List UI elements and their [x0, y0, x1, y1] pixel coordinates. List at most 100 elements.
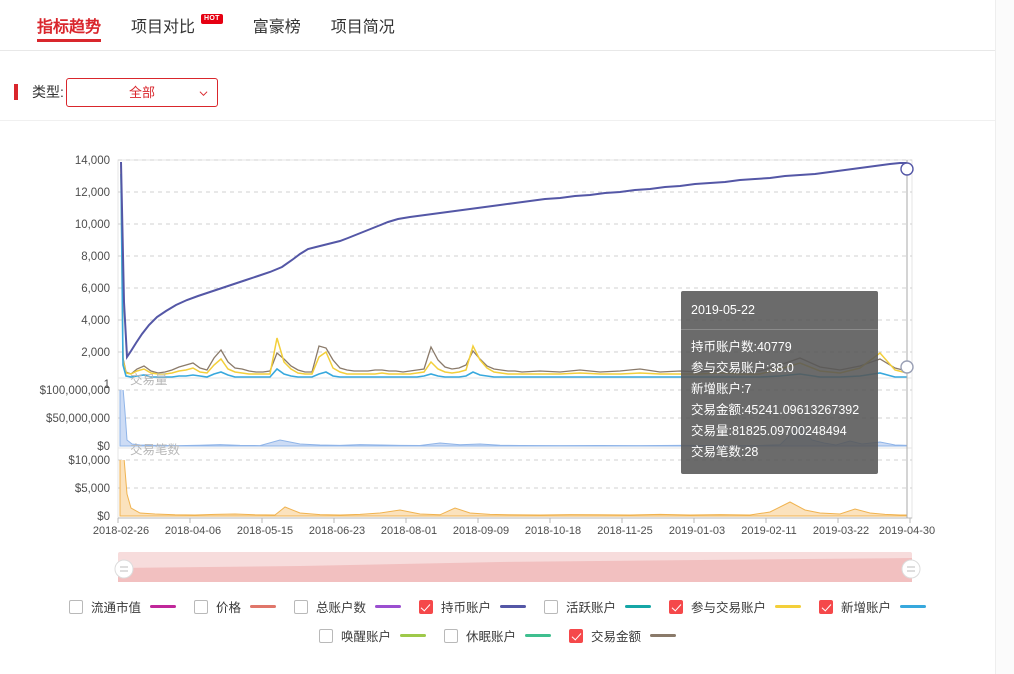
legend-item-awakened-accounts[interactable]: 唤醒账户 — [319, 626, 426, 645]
legend-item-trading-accounts[interactable]: 参与交易账户 — [669, 597, 801, 616]
marker-point-holding-accounts — [901, 163, 913, 175]
data-zoom-handle-right[interactable] — [902, 560, 920, 578]
marker-point-trading-accounts — [901, 361, 913, 373]
x-tick: 2019-04-30 — [879, 525, 935, 537]
y-tick: 4,000 — [81, 315, 110, 327]
legend-label: 休眠账户 — [466, 626, 516, 645]
y-tick: $0 — [97, 511, 110, 523]
tab-project-overview[interactable]: 项目简况 — [316, 0, 410, 50]
legend-checkbox[interactable] — [419, 600, 433, 614]
tooltip-row-transaction-volume: 交易量:81825.09700248494 — [681, 421, 878, 442]
data-zoom-slider[interactable] — [115, 552, 920, 582]
chevron-down-icon — [199, 89, 208, 98]
legend-row-2: 唤醒账户 休眠账户 交易金额 — [0, 621, 995, 650]
x-axis-ticks — [118, 518, 910, 523]
tab-label: 指标趋势 — [37, 13, 101, 37]
section-marker — [14, 84, 18, 100]
legend-checkbox[interactable] — [569, 629, 583, 643]
legend-item-active-accounts[interactable]: 活跃账户 — [544, 597, 651, 616]
legend-label: 新增账户 — [841, 597, 891, 616]
y-tick: 8,000 — [81, 251, 110, 263]
legend-checkbox[interactable] — [319, 629, 333, 643]
page-right-edge — [995, 0, 1014, 674]
legend-color-swatch — [775, 605, 801, 608]
y-tick: $10,000 — [68, 455, 110, 467]
legend-color-swatch — [400, 634, 426, 637]
volume-y-axis-labels: $100,000,000 $50,000,000 $0 — [40, 385, 110, 453]
x-tick: 2018-08-01 — [381, 525, 437, 537]
x-tick: 2019-01-03 — [669, 525, 725, 537]
legend-checkbox[interactable] — [819, 600, 833, 614]
x-tick: 2019-02-11 — [741, 525, 796, 537]
y-tick: 10,000 — [75, 219, 110, 231]
volume-panel-label: 交易量 — [130, 372, 168, 387]
y-tick: $100,000,000 — [40, 385, 110, 397]
legend-label: 价格 — [216, 597, 241, 616]
y-tick: 6,000 — [81, 283, 110, 295]
x-tick: 2018-09-09 — [453, 525, 509, 537]
page-root: 指标趋势 项目对比 HOT 富豪榜 项目简况 类型: 全部 单位(个) — [0, 0, 1014, 674]
legend-checkbox[interactable] — [444, 629, 458, 643]
legend-checkbox[interactable] — [69, 600, 83, 614]
filter-type-label: 类型: — [32, 84, 64, 100]
legend-item-transaction-amount[interactable]: 交易金额 — [569, 626, 676, 645]
legend-label: 总账户数 — [316, 597, 366, 616]
legend-row-1: 流通市值 价格 总账户数 持币账户 活跃账户 — [0, 592, 995, 621]
legend-label: 持币账户 — [441, 597, 491, 616]
tooltip-row-transaction-count: 交易笔数:28 — [681, 442, 878, 463]
tab-indicator-trend[interactable]: 指标趋势 — [22, 0, 116, 50]
legend-label: 流通市值 — [91, 597, 141, 616]
legend-color-swatch — [500, 605, 526, 608]
tab-label: 富豪榜 — [253, 13, 301, 37]
legend-label: 唤醒账户 — [341, 626, 391, 645]
legend-color-swatch — [650, 634, 676, 637]
tooltip-row-new-accounts: 新增账户:7 — [681, 379, 878, 400]
legend-checkbox[interactable] — [194, 600, 208, 614]
legend-color-swatch — [625, 605, 651, 608]
legend-item-total-accounts[interactable]: 总账户数 — [294, 597, 401, 616]
tab-project-compare[interactable]: 项目对比 HOT — [116, 0, 238, 50]
x-axis-labels: 2018-02-26 2018-04-06 2018-05-15 2018-06… — [93, 525, 935, 537]
y-tick: $50,000,000 — [46, 413, 110, 425]
hot-badge: HOT — [201, 14, 223, 24]
x-tick: 2018-04-06 — [165, 525, 221, 537]
tooltip-row-holding-accounts: 持币账户数:40779 — [681, 337, 878, 358]
type-select-value: 全部 — [67, 79, 217, 106]
legend-color-swatch — [900, 605, 926, 608]
y-tick: 14,000 — [75, 155, 110, 167]
legend-label: 参与交易账户 — [691, 597, 766, 616]
tab-rich-list[interactable]: 富豪榜 — [238, 0, 316, 50]
x-tick: 2018-06-23 — [309, 525, 365, 537]
legend-checkbox[interactable] — [294, 600, 308, 614]
count-y-axis-labels: $10,000 $5,000 $0 — [68, 455, 110, 523]
tab-bar: 指标趋势 项目对比 HOT 富豪榜 项目简况 — [0, 0, 995, 51]
legend-color-swatch — [375, 605, 401, 608]
legend-color-swatch — [525, 634, 551, 637]
chart-tooltip: 2019-05-22 持币账户数:40779 参与交易账户:38.0 新增账户:… — [681, 291, 878, 474]
x-tick: 2019-03-22 — [813, 525, 869, 537]
data-zoom-handle-left[interactable] — [115, 560, 133, 578]
tab-list: 指标趋势 项目对比 HOT 富豪榜 项目简况 — [22, 0, 410, 51]
legend-color-swatch — [150, 605, 176, 608]
legend-checkbox[interactable] — [669, 600, 683, 614]
legend-checkbox[interactable] — [544, 600, 558, 614]
legend-item-new-accounts[interactable]: 新增账户 — [819, 597, 926, 616]
tooltip-row-trading-accounts: 参与交易账户:38.0 — [681, 358, 878, 379]
legend-label: 交易金额 — [591, 626, 641, 645]
main-y-axis-labels: 14,000 12,000 10,000 8,000 6,000 4,000 2… — [75, 155, 110, 391]
legend-color-swatch — [250, 605, 276, 608]
legend-item-circulating-market-cap[interactable]: 流通市值 — [69, 597, 176, 616]
tooltip-date: 2019-05-22 — [681, 300, 878, 330]
x-tick: 2018-11-25 — [597, 525, 652, 537]
y-tick: 2,000 — [81, 347, 110, 359]
legend-item-price[interactable]: 价格 — [194, 597, 276, 616]
x-tick: 2018-05-15 — [237, 525, 293, 537]
legend-item-holding-accounts[interactable]: 持币账户 — [419, 597, 526, 616]
type-select[interactable]: 全部 — [66, 78, 218, 107]
tooltip-row-transaction-amount: 交易金额:45241.09613267392 — [681, 400, 878, 421]
legend-label: 活跃账户 — [566, 597, 616, 616]
tab-label: 项目简况 — [331, 13, 395, 37]
y-tick: $5,000 — [75, 483, 110, 495]
legend-item-dormant-accounts[interactable]: 休眠账户 — [444, 626, 551, 645]
x-tick: 2018-10-18 — [525, 525, 581, 537]
